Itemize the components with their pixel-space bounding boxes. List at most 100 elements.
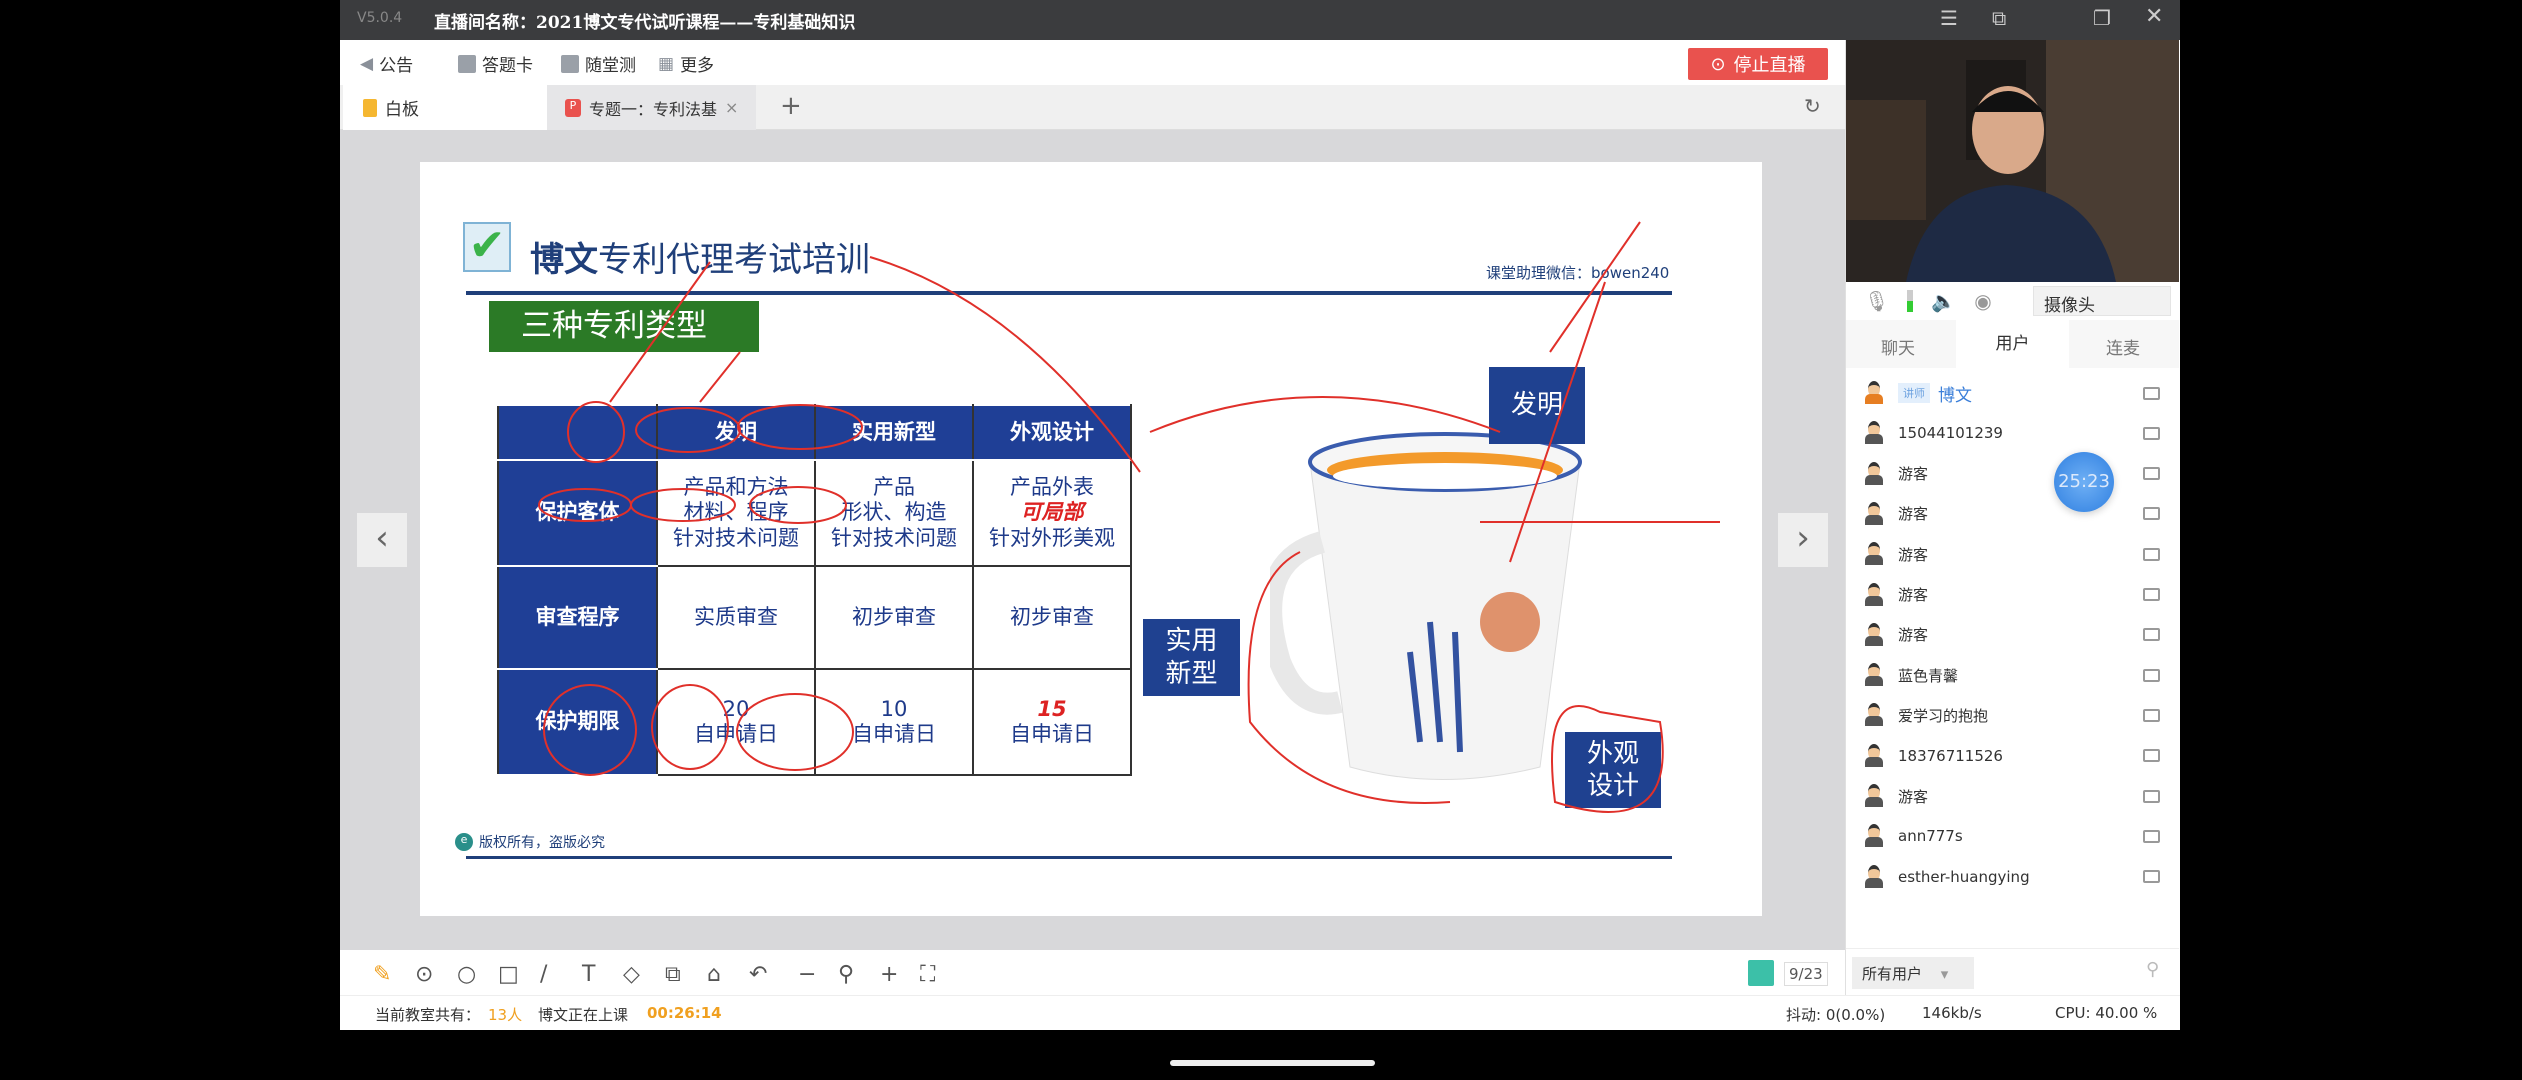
add-tab-button[interactable]: + bbox=[780, 91, 802, 121]
clear-icon[interactable]: ⌂ bbox=[707, 962, 721, 987]
bandwidth-stat: 146kb/s bbox=[1922, 1004, 1982, 1022]
avatar-icon bbox=[1864, 784, 1884, 808]
grid-icon: ▦ bbox=[658, 53, 675, 74]
mic-level bbox=[1907, 290, 1914, 312]
whiteboard-icon bbox=[363, 98, 377, 117]
pip-icon[interactable]: ⧉ bbox=[1992, 6, 2006, 30]
laser-pointer-icon[interactable]: ⊙ bbox=[415, 962, 433, 987]
circle-icon[interactable]: ○ bbox=[457, 962, 476, 987]
answer-card-label: 答题卡 bbox=[482, 56, 533, 76]
rectangle-icon[interactable]: □ bbox=[498, 962, 519, 987]
pen-icon[interactable]: ✎ bbox=[373, 962, 391, 987]
tablet-icon bbox=[2143, 668, 2160, 682]
magnifier-icon[interactable]: ⚲ bbox=[838, 962, 854, 987]
user-name: 15044101239 bbox=[1898, 424, 2003, 443]
window-title: 直播间名称：2021博文专代试听课程——专利基础知识 bbox=[434, 13, 856, 33]
user-list-item[interactable]: esther-huangying bbox=[1864, 857, 2174, 897]
tab-ppt[interactable]: P 专题一：专利法基 × bbox=[547, 85, 756, 130]
avatar-icon bbox=[1864, 501, 1884, 526]
answer-card-button[interactable]: 答题卡 bbox=[458, 51, 533, 76]
user-list-item[interactable]: 游客 bbox=[1864, 575, 2174, 615]
user-name: 游客 bbox=[1898, 586, 1929, 604]
tab-mic-link[interactable]: 连麦 bbox=[2106, 334, 2140, 359]
tablet-icon bbox=[2143, 708, 2160, 722]
user-list-item[interactable]: 蓝色青馨 bbox=[1864, 655, 2174, 695]
webcam-icon[interactable]: ◉ bbox=[1974, 289, 1991, 313]
next-slide-button[interactable]: › bbox=[1778, 513, 1828, 567]
tablet-icon bbox=[2143, 467, 2160, 481]
quiz-button[interactable]: 随堂测 bbox=[561, 51, 636, 76]
drawing-toolbar: ✎ ⊙ ○ □ / T ◇ ⧉ ⌂ ↶ − ⚲ + ⛶ 9/23 bbox=[340, 950, 1845, 995]
import-icon[interactable]: ⧉ bbox=[665, 962, 681, 987]
avatar-icon bbox=[1864, 703, 1884, 727]
copyright-footer: e 版权所有，盗版必究 bbox=[455, 832, 605, 852]
line-icon[interactable]: / bbox=[540, 962, 547, 987]
stop-icon: ⊙ bbox=[1710, 53, 1726, 75]
close-tab-icon[interactable]: × bbox=[725, 98, 738, 117]
more-button[interactable]: ▦ 更多 bbox=[658, 51, 714, 77]
menu-icon[interactable]: ☰ bbox=[1940, 6, 1958, 30]
camera-select[interactable]: 摄像头 bbox=[2033, 286, 2171, 316]
undo-icon[interactable]: ↶ bbox=[749, 962, 767, 987]
user-list-item[interactable]: 15044101239 bbox=[1864, 413, 2174, 453]
avatar-icon bbox=[1864, 663, 1884, 687]
zoom-in-icon[interactable]: + bbox=[880, 962, 898, 987]
red-annotations bbox=[538, 221, 1720, 813]
user-list-item[interactable]: 游客 bbox=[1864, 615, 2174, 655]
footer-logo-icon: e bbox=[455, 833, 473, 851]
speaker-icon[interactable]: 🔈 bbox=[1931, 289, 1956, 313]
timer-bubble[interactable]: 25:23 bbox=[2054, 452, 2114, 512]
tab-chat[interactable]: 聊天 bbox=[1881, 334, 1915, 359]
tablet-icon bbox=[2143, 870, 2160, 884]
eraser-icon[interactable]: ◇ bbox=[623, 962, 640, 987]
microphone-icon[interactable]: 🎙 bbox=[1864, 289, 1889, 313]
home-indicator[interactable] bbox=[1170, 1060, 1375, 1066]
tablet-icon bbox=[2143, 829, 2160, 843]
stop-live-button[interactable]: ⊙ 停止直播 bbox=[1688, 48, 1828, 80]
classroom-count-label: 当前教室共有： bbox=[375, 1006, 481, 1024]
page-indicator[interactable]: 9/23 bbox=[1784, 962, 1828, 986]
user-list-item[interactable]: 讲师 博文 bbox=[1864, 373, 2174, 413]
footer-divider bbox=[466, 856, 1672, 859]
desktop-icon bbox=[2143, 547, 2160, 561]
user-name: 游客 bbox=[1898, 465, 1929, 484]
restore-icon[interactable]: ❐ bbox=[2093, 6, 2111, 30]
avatar-icon bbox=[1864, 582, 1884, 607]
answer-card-icon bbox=[458, 54, 476, 73]
prev-slide-button[interactable]: ‹ bbox=[357, 513, 407, 567]
user-list-item[interactable]: 游客 bbox=[1864, 534, 2174, 574]
slide: ✔ 博文专利代理考试培训 课堂助理微信：bowen240 三种专利类型 发明 实用… bbox=[420, 162, 1762, 916]
user-list-item[interactable]: ann777s bbox=[1864, 816, 2174, 856]
user-list-item[interactable]: 爱学习的抱抱 bbox=[1864, 695, 2174, 735]
ppt-icon: P bbox=[565, 98, 581, 117]
thumbnail-icon[interactable] bbox=[1748, 960, 1774, 986]
announcement-button[interactable]: ◀ 公告 bbox=[360, 51, 413, 77]
user-name: 博文 bbox=[1938, 385, 1972, 406]
tab-bar: 白板 P 专题一：专利法基 × + ↻ bbox=[340, 85, 1845, 130]
tab-users[interactable]: 用户 bbox=[1956, 320, 2069, 368]
status-bar: 当前教室共有： 13人 博文正在上课 00:26:14 抖动: 0(0.0%) … bbox=[340, 995, 2180, 1030]
tablet-icon bbox=[2143, 507, 2160, 521]
quiz-icon bbox=[561, 54, 579, 73]
user-list-item[interactable]: 游客 bbox=[1864, 494, 2174, 534]
search-icon[interactable]: ⚲ bbox=[2146, 959, 2159, 980]
close-icon[interactable]: ✕ bbox=[2145, 4, 2163, 29]
top-toolbar: ◀ 公告 答题卡 随堂测 ▦ 更多 ⊙ 停止直播 bbox=[340, 40, 1845, 85]
tab-whiteboard[interactable]: 白板 bbox=[343, 85, 547, 130]
elapsed-time: 00:26:14 bbox=[647, 1004, 722, 1022]
fullscreen-icon[interactable]: ⛶ bbox=[920, 962, 935, 987]
desktop-icon bbox=[2143, 588, 2160, 601]
user-list-item[interactable]: 游客 bbox=[1864, 454, 2174, 494]
user-name: 18376711526 bbox=[1898, 746, 2003, 765]
refresh-icon[interactable]: ↻ bbox=[1804, 94, 1821, 118]
user-name: esther-huangying bbox=[1898, 867, 2030, 886]
teaching-status: 博文正在上课 bbox=[538, 1006, 629, 1024]
user-list-item[interactable]: 游客 bbox=[1864, 776, 2174, 816]
user-filter-select[interactable]: 所有用户 ▾ bbox=[1852, 957, 1974, 989]
user-list-item[interactable]: 18376711526 bbox=[1864, 736, 2174, 776]
webcam-video[interactable] bbox=[1846, 40, 2179, 282]
cpu-stat: CPU: 40.00 % bbox=[2055, 1004, 2158, 1022]
zoom-out-icon[interactable]: − bbox=[798, 962, 816, 987]
text-icon[interactable]: T bbox=[582, 962, 595, 987]
teacher-badge: 讲师 bbox=[1898, 383, 1930, 403]
